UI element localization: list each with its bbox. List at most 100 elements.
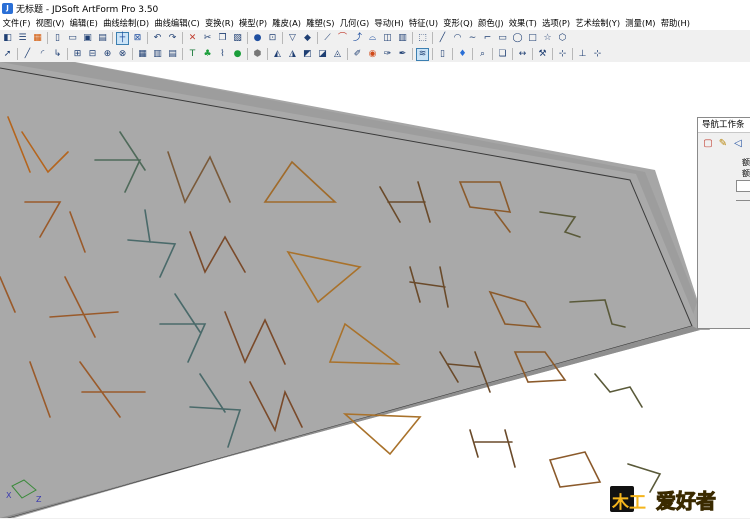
curve-c-icon[interactable]: ⌓ bbox=[366, 32, 379, 45]
model-b-icon[interactable]: ◮ bbox=[286, 48, 299, 61]
navigator-input[interactable] bbox=[736, 180, 750, 192]
sphere-icon[interactable]: ● bbox=[251, 32, 264, 45]
doc2-icon[interactable]: ❏ bbox=[496, 48, 509, 61]
line2-icon[interactable]: ╱ bbox=[21, 48, 34, 61]
brush-c-icon[interactable]: ✒ bbox=[396, 48, 409, 61]
wave2-icon[interactable]: ≋ bbox=[416, 47, 429, 61]
t-tool-icon[interactable]: T bbox=[186, 48, 199, 61]
menu-item[interactable]: 变形(Q) bbox=[441, 16, 476, 30]
cut-icon[interactable]: ✂ bbox=[201, 32, 214, 45]
square-icon[interactable]: □ bbox=[526, 32, 539, 45]
delete-icon[interactable]: ✕ bbox=[186, 32, 199, 45]
menu-item[interactable]: 几何(G) bbox=[337, 16, 372, 30]
curve2-icon[interactable]: ↳ bbox=[51, 48, 64, 61]
ellipse-icon[interactable]: ◯ bbox=[511, 32, 524, 45]
curve-a-icon[interactable]: ⌒ bbox=[336, 32, 349, 45]
shade-icon[interactable]: ▽ bbox=[286, 32, 299, 45]
arc2-icon[interactable]: ◜ bbox=[36, 48, 49, 61]
menu-item[interactable]: 效果(T) bbox=[506, 16, 539, 30]
cube-icon[interactable]: ▥ bbox=[396, 32, 409, 45]
arrow-icon[interactable]: ➚ bbox=[1, 48, 14, 61]
menu-item[interactable]: 选项(P) bbox=[539, 16, 572, 30]
curve-b-icon[interactable]: ⤴ bbox=[351, 32, 364, 45]
rect-icon[interactable]: ▭ bbox=[496, 32, 509, 45]
polyline-icon[interactable]: ⌐ bbox=[481, 32, 494, 45]
node-c-icon[interactable]: ⊕ bbox=[101, 48, 114, 61]
book-icon[interactable]: ▤ bbox=[166, 48, 179, 61]
select-icon[interactable]: ⬚ bbox=[416, 32, 429, 45]
3d-viewport[interactable]: X Z bbox=[0, 62, 750, 518]
node-a-icon[interactable]: ⊞ bbox=[71, 48, 84, 61]
dot-icon[interactable]: ● bbox=[231, 48, 244, 61]
print-icon[interactable]: ▤ bbox=[96, 32, 109, 45]
brush-a-icon[interactable]: ✐ bbox=[351, 48, 364, 61]
menu-item[interactable]: 变换(R) bbox=[202, 16, 236, 30]
menu-item[interactable]: 特征(U) bbox=[406, 16, 440, 30]
undo-icon[interactable]: ↶ bbox=[151, 32, 164, 45]
model-c-icon[interactable]: ◩ bbox=[301, 48, 314, 61]
hex-icon[interactable]: ⬢ bbox=[251, 48, 264, 61]
doc-icon[interactable]: ▯ bbox=[436, 48, 449, 61]
line-icon[interactable]: ╱ bbox=[436, 32, 449, 45]
menu-item[interactable]: 帮助(H) bbox=[658, 16, 693, 30]
color-icon[interactable]: ▦ bbox=[31, 32, 44, 45]
paste-icon[interactable]: ▧ bbox=[231, 32, 244, 45]
brush-b-icon[interactable]: ✑ bbox=[381, 48, 394, 61]
arc-icon[interactable]: ◠ bbox=[451, 32, 464, 45]
xyz-icon[interactable]: ⊹ bbox=[556, 48, 569, 61]
xyz2-icon[interactable]: ⊹ bbox=[591, 48, 604, 61]
menu-item[interactable]: 曲线编辑(C) bbox=[152, 16, 203, 30]
polygon-icon[interactable]: ⬡ bbox=[556, 32, 569, 45]
app-logo-icon: J bbox=[2, 2, 13, 14]
node-d-icon[interactable]: ⊗ bbox=[116, 48, 129, 61]
grid-snap-icon[interactable]: ┼ bbox=[116, 31, 129, 45]
drop-icon[interactable]: ♦ bbox=[456, 48, 469, 61]
list-icon[interactable]: ☰ bbox=[16, 32, 29, 45]
ball-icon[interactable]: ◉ bbox=[366, 48, 379, 61]
copy-icon[interactable]: ❐ bbox=[216, 32, 229, 45]
tree-icon[interactable]: ♣ bbox=[201, 48, 214, 61]
menu-item[interactable]: 模型(P) bbox=[236, 16, 269, 30]
wave-icon[interactable]: ∼ bbox=[466, 32, 479, 45]
render-icon[interactable]: ◆ bbox=[301, 32, 314, 45]
tools-icon[interactable]: ⚒ bbox=[536, 48, 549, 61]
new-icon[interactable]: ▯ bbox=[51, 32, 64, 45]
toolbar-separator bbox=[412, 32, 413, 44]
frame-icon[interactable]: ⊠ bbox=[131, 32, 144, 45]
knife-icon[interactable]: ⟋ bbox=[321, 32, 334, 45]
join-icon[interactable]: ⌇ bbox=[216, 48, 229, 61]
axis-icon[interactable]: ⊥ bbox=[576, 48, 589, 61]
bars-icon[interactable]: ▥ bbox=[151, 48, 164, 61]
menu-item[interactable]: 雕塑(S) bbox=[304, 16, 338, 30]
menu-item[interactable]: 雕皮(A) bbox=[270, 16, 304, 30]
toolbar-separator bbox=[247, 32, 248, 44]
menu-item[interactable]: 导动(H) bbox=[372, 16, 407, 30]
menu-item[interactable]: 视图(V) bbox=[33, 16, 67, 30]
grid2-icon[interactable]: ▦ bbox=[136, 48, 149, 61]
menu-item[interactable]: 颜色(J) bbox=[475, 16, 506, 30]
menu-item[interactable]: 测量(M) bbox=[623, 16, 658, 30]
menu-item[interactable]: 文件(F) bbox=[0, 16, 33, 30]
menu-item[interactable]: 曲线绘制(D) bbox=[100, 16, 151, 30]
menu-item[interactable]: 艺术绘制(Y) bbox=[573, 16, 623, 30]
select-object-icon[interactable]: ▢ bbox=[701, 137, 715, 151]
star-icon[interactable]: ☆ bbox=[541, 32, 554, 45]
node-b-icon[interactable]: ⊟ bbox=[86, 48, 99, 61]
model-d-icon[interactable]: ◪ bbox=[316, 48, 329, 61]
surface-icon[interactable]: ◫ bbox=[381, 32, 394, 45]
secondary-toolbar: ➚ ╱ ◜ ↳ ⊞ ⊟ ⊕ ⊗ ▦ ▥ ▤ T ♣ ⌇ ● ⬢ ◭ ◮ ◩ ◪ ◬ ✐ ◉ ✑ ✒ ≋ ▯ ♦ ⌕ ❏ ↔ ⚒ ⊹ ⊥ ⊹ bbox=[0, 46, 750, 62]
arrows-icon[interactable]: ↔ bbox=[516, 48, 529, 61]
back-arrow-icon[interactable]: ◁ bbox=[731, 137, 745, 151]
open-icon[interactable]: ▭ bbox=[66, 32, 79, 45]
save-icon[interactable]: ▣ bbox=[81, 32, 94, 45]
zoom-icon[interactable]: ⌕ bbox=[476, 48, 489, 61]
redo-icon[interactable]: ↷ bbox=[166, 32, 179, 45]
box-icon[interactable]: ⊡ bbox=[266, 32, 279, 45]
navigator-row-2: 额 bbox=[742, 169, 750, 178]
layers-icon[interactable]: ◧ bbox=[1, 32, 14, 45]
menu-item[interactable]: 编辑(E) bbox=[67, 16, 101, 30]
toolbar-separator bbox=[452, 48, 453, 60]
edit-pen-icon[interactable]: ✎ bbox=[716, 137, 730, 151]
model-e-icon[interactable]: ◬ bbox=[331, 48, 344, 61]
model-a-icon[interactable]: ◭ bbox=[271, 48, 284, 61]
